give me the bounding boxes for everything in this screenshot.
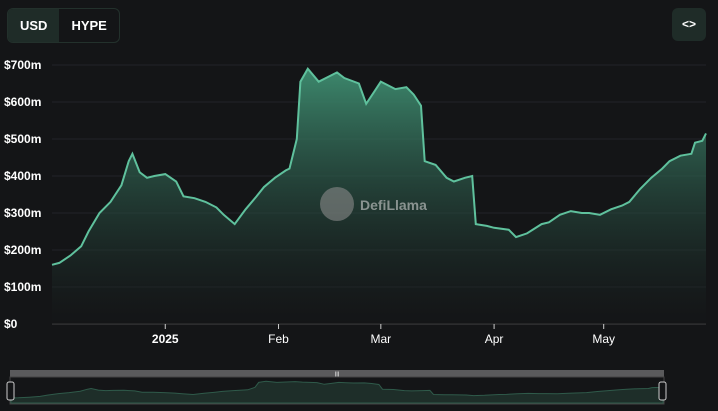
range-brush[interactable]: ||| <box>6 370 667 405</box>
llama-logo-icon <box>320 187 354 221</box>
y-tick-label: $0 <box>4 317 18 331</box>
y-tick-label: $500m <box>4 132 41 146</box>
y-tick-label: $100m <box>4 280 41 294</box>
y-tick-label: $300m <box>4 206 41 220</box>
x-tick-label: Feb <box>268 332 289 346</box>
x-tick-label: Mar <box>370 332 391 346</box>
watermark-text: DefiLlama <box>360 197 427 213</box>
y-tick-label: $400m <box>4 169 41 183</box>
x-tick-label: 2025 <box>152 332 179 346</box>
y-tick-label: $200m <box>4 243 41 257</box>
y-tick-label: $600m <box>4 95 41 109</box>
minimap-area <box>10 380 664 404</box>
tvl-chart: DefiLlama $0 $100m $200m $300m $400m $500m $60… <box>4 58 707 405</box>
x-tick-label: May <box>592 332 615 346</box>
x-tick-label: Apr <box>485 332 504 346</box>
brush-right-handle[interactable] <box>658 381 667 401</box>
brush-left-handle[interactable] <box>6 381 15 401</box>
y-tick-label: $700m <box>4 58 41 72</box>
